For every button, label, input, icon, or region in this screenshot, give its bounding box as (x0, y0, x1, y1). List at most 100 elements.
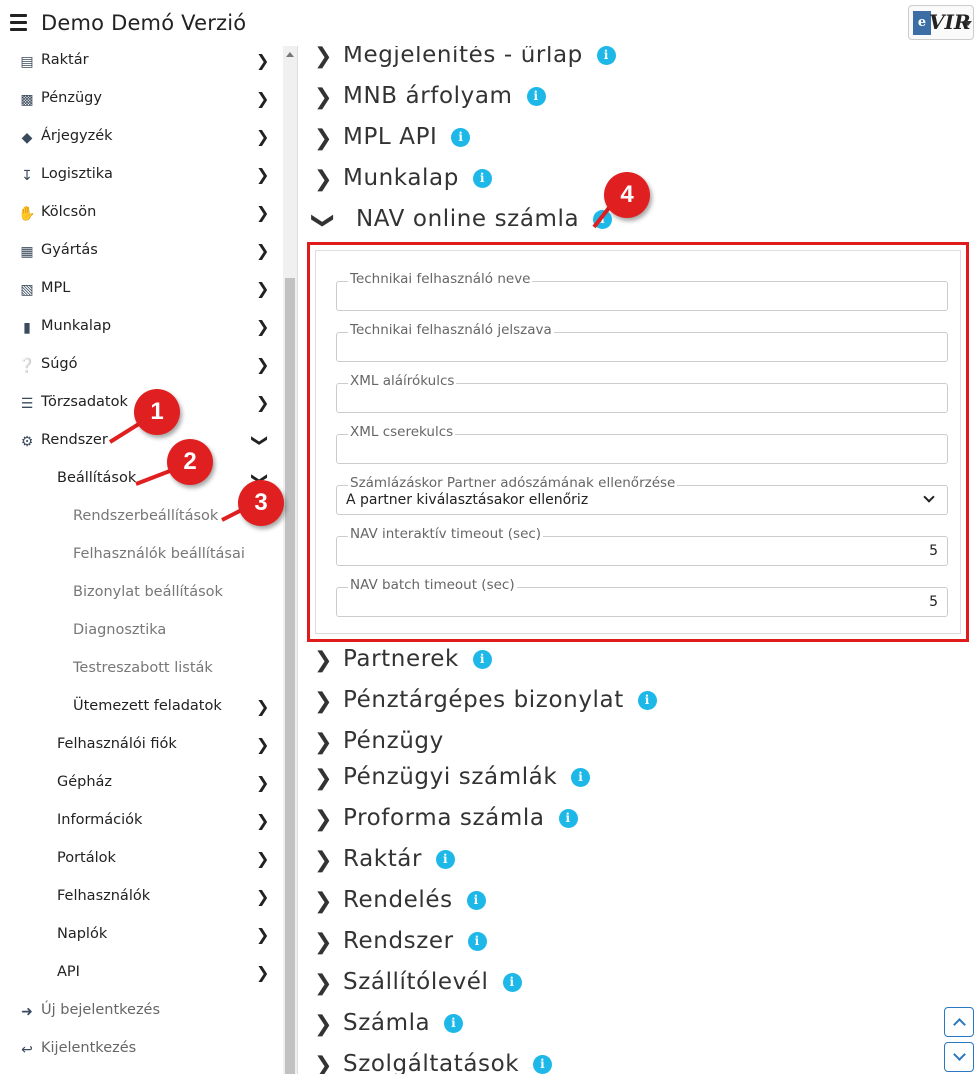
section-penzugyi-szamlak[interactable]: ❯ Pénzügyi számlák i (298, 764, 938, 800)
chevron-right-icon: ❯ (314, 1012, 333, 1037)
scroll-to-bottom-button[interactable] (944, 1042, 974, 1072)
section-penztargepes-bizonylat[interactable]: ❯ Pénztárgépes bizonylat i (298, 687, 938, 723)
section-title: Rendelés (343, 887, 453, 913)
sidebar-item-gephaz[interactable]: Gépház ❯ (0, 765, 283, 803)
section-title: NAV online számla (356, 206, 580, 232)
sidebar-scrollbar[interactable] (283, 46, 297, 1074)
section-title: Pénzügy (343, 728, 444, 754)
callout-badge-2: 2 (167, 439, 213, 485)
info-icon[interactable]: i (596, 46, 616, 65)
sidebar-item-logisztika[interactable]: ↧ Logisztika ❯ (0, 157, 283, 195)
sidebar-item-label: Bizonylat beállítások (73, 584, 223, 600)
section-title: Raktár (343, 846, 423, 872)
sidebar-item-api[interactable]: API ❯ (0, 955, 283, 993)
sidebar-item-diagnosztika[interactable]: Diagnosztika (0, 613, 283, 651)
evir-logo-dropdown-button[interactable]: e VIR (908, 5, 974, 40)
sign-in-icon: ➜ (21, 1004, 33, 1020)
chevron-up-icon (953, 1018, 966, 1031)
sidebar-item-penzugy[interactable]: ▩ Pénzügy ❯ (0, 81, 283, 119)
scroll-to-top-button[interactable] (944, 1007, 974, 1037)
chevron-right-icon: ❯ (256, 279, 270, 298)
chevron-right-icon: ❯ (314, 126, 333, 151)
pallet-icon: ▧ (20, 282, 34, 298)
sidebar-item-label: Portálok (57, 850, 116, 866)
sidebar-item-testreszabott-listak[interactable]: Testreszabott listák (0, 651, 283, 689)
sidebar-item-felhasznalok-beallitasai[interactable]: Felhasználók beállításai (0, 537, 283, 575)
chevron-right-icon: ❯ (256, 925, 270, 944)
tags-icon: ◆ (21, 130, 33, 146)
chevron-right-icon: ❯ (256, 203, 270, 222)
info-icon[interactable]: i (472, 169, 492, 188)
chevron-down-icon: ❯ (310, 211, 336, 230)
info-icon[interactable]: i (466, 891, 486, 910)
sidebar-item-kolcson[interactable]: ✋ Kölcsön ❯ (0, 195, 283, 233)
section-raktar[interactable]: ❯ Raktár i (298, 846, 938, 882)
caret-down-icon (964, 21, 972, 26)
info-icon[interactable]: i (451, 128, 471, 147)
info-icon[interactable]: i (637, 691, 657, 710)
sidebar-item-kijelentkezes[interactable]: ↩ Kijelentkezés (0, 1031, 283, 1069)
info-icon[interactable]: i (472, 650, 492, 669)
sidebar-item-mpl[interactable]: ▧ MPL ❯ (0, 271, 283, 309)
field-label: NAV batch timeout (sec) (348, 577, 517, 593)
sidebar-item-sugo[interactable]: ❔ Súgó ❯ (0, 347, 283, 385)
cubes-icon: ▦ (20, 244, 34, 260)
info-icon[interactable]: i (526, 87, 546, 106)
scrollbar-thumb[interactable] (285, 278, 295, 1074)
sidebar-item-raktar[interactable]: ▤ Raktár ❯ (0, 46, 283, 81)
sidebar-item-label: Törzsadatok (41, 394, 128, 410)
sidebar-item-utemezett-feladatok[interactable]: Ütemezett feladatok ❯ (0, 689, 283, 727)
section-rendeles[interactable]: ❯ Rendelés i (298, 887, 938, 923)
sidebar-item-felhasznaloi-fiok[interactable]: Felhasználói fiók ❯ (0, 727, 283, 765)
chevron-right-icon: ❯ (256, 355, 270, 374)
section-mpl-api[interactable]: ❯ MPL API i (298, 124, 938, 160)
chevron-right-icon: ❯ (256, 241, 270, 260)
sidebar-item-label: Gyártás (41, 242, 98, 258)
sidebar-item-uj-bejelentkezes[interactable]: ➜ Új bejelentkezés (0, 993, 283, 1031)
sidebar-item-gyartas[interactable]: ▦ Gyártás ❯ (0, 233, 283, 271)
chevron-right-icon: ❯ (256, 735, 270, 754)
chevron-right-icon: ❯ (256, 849, 270, 868)
sidebar-item-munkalap[interactable]: ▮ Munkalap ❯ (0, 309, 283, 347)
sidebar-item-informaciok[interactable]: Információk ❯ (0, 803, 283, 841)
sidebar-item-label: Diagnosztika (73, 622, 167, 638)
section-mnb-arfolyam[interactable]: ❯ MNB árfolyam i (298, 83, 938, 119)
scroll-up-arrow-icon[interactable] (286, 52, 294, 57)
chevron-right-icon: ❯ (256, 963, 270, 982)
info-icon[interactable]: i (467, 932, 487, 951)
info-icon[interactable]: i (436, 850, 456, 869)
hamburger-menu-icon[interactable] (10, 14, 27, 31)
sidebar-item-label: MPL (41, 280, 71, 296)
section-penzugy[interactable]: ❯ Pénzügy (298, 728, 938, 764)
select-value: A partner kiválasztásakor ellenőriz (346, 492, 589, 508)
info-icon[interactable]: i (502, 973, 522, 992)
sidebar-item-label: Testreszabott listák (73, 660, 213, 676)
info-icon[interactable]: i (444, 1014, 464, 1033)
chevron-right-icon: ❯ (314, 848, 333, 873)
section-szamla[interactable]: ❯ Számla i (298, 1010, 938, 1046)
chevron-right-icon: ❯ (256, 887, 270, 906)
sidebar-item-portalok[interactable]: Portálok ❯ (0, 841, 283, 879)
info-icon[interactable]: i (533, 1055, 553, 1074)
section-megjelenites-urlap[interactable]: ❯ Megjelenítés - űrlap i (298, 46, 938, 78)
sidebar-item-arjegyzek[interactable]: ◆ Árjegyzék ❯ (0, 119, 283, 157)
file-icon: ▮ (23, 320, 31, 336)
info-icon[interactable]: i (558, 809, 578, 828)
callout-badge-1: 1 (134, 389, 180, 435)
section-title: Pénztárgépes bizonylat (343, 687, 624, 713)
sidebar-item-felhasznalok[interactable]: Felhasználók ❯ (0, 879, 283, 917)
info-icon[interactable]: i (571, 768, 591, 787)
sidebar-item-label: Ütemezett feladatok (73, 698, 222, 714)
sidebar-item-bizonylat-beallitasok[interactable]: Bizonylat beállítások (0, 575, 283, 613)
section-szolgaltatasok[interactable]: ❯ Szolgáltatások i (298, 1051, 938, 1074)
sidebar-item-label: Felhasználók beállításai (73, 546, 245, 562)
hand-holding-icon: ✋ (18, 206, 36, 222)
section-proforma-szamla[interactable]: ❯ Proforma számla i (298, 805, 938, 841)
sidebar-item-naplok[interactable]: Naplók ❯ (0, 917, 283, 955)
section-rendszer[interactable]: ❯ Rendszer i (298, 928, 938, 964)
chevron-right-icon: ❯ (314, 167, 333, 192)
section-title: MPL API (343, 124, 438, 150)
callout-badge-3: 3 (238, 480, 284, 526)
section-partnerek[interactable]: ❯ Partnerek i (298, 646, 938, 682)
section-szallitolevel[interactable]: ❯ Szállítólevél i (298, 969, 938, 1005)
